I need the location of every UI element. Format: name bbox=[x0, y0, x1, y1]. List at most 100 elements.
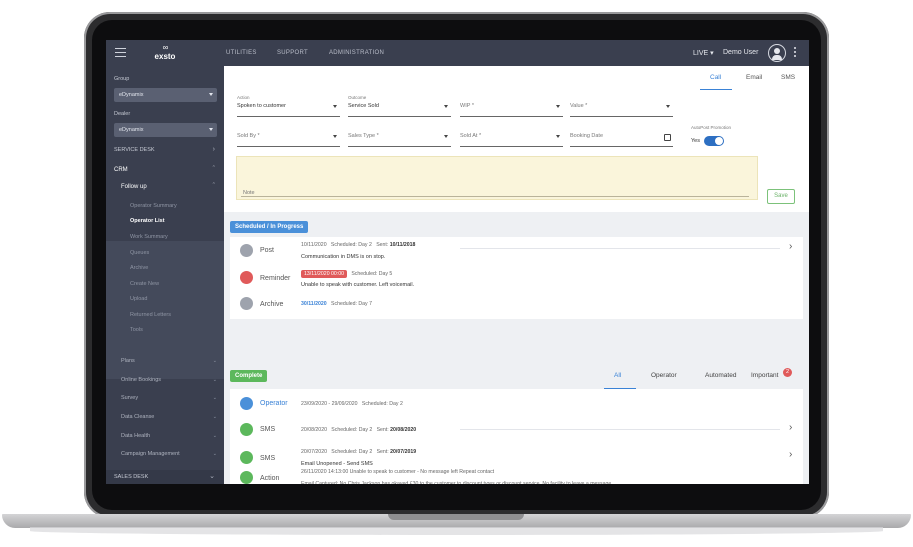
app-screen: ∞ exsto UTILITIES SUPPORT ADMINISTRATION… bbox=[106, 40, 809, 484]
caret-down-icon bbox=[333, 105, 337, 108]
wip-select[interactable]: WIP * bbox=[460, 95, 563, 117]
calendar-icon[interactable] bbox=[664, 134, 671, 141]
sidebar-sub-operator-list[interactable]: Operator List bbox=[130, 218, 165, 224]
sidebar-sub-operator-summary[interactable]: Operator Summary bbox=[130, 203, 177, 209]
sidebar-item-campaign-management[interactable]: Campaign Management ⌄ bbox=[121, 451, 217, 457]
item-description: Email Unopened - Send SMS bbox=[301, 461, 373, 467]
caret-down-icon bbox=[209, 93, 213, 96]
main-content: Call Email SMS Action Spoken to customer… bbox=[224, 66, 809, 484]
chevron-right-icon[interactable]: › bbox=[789, 449, 792, 460]
note-textarea[interactable]: Note bbox=[236, 156, 758, 200]
filter-automated[interactable]: Automated bbox=[705, 372, 736, 379]
sidebar-item-service-desk[interactable]: SERVICE DESK › bbox=[114, 146, 217, 153]
important-count-badge: 2 bbox=[783, 368, 792, 377]
outcome-select[interactable]: Outcome Service Sold bbox=[348, 95, 451, 117]
item-title: SMS bbox=[260, 455, 276, 462]
sidebar-item-label: Survey bbox=[121, 395, 139, 401]
chevron-down-icon: ⌄ bbox=[212, 451, 217, 457]
chevron-down-icon: ⌄ bbox=[212, 414, 217, 420]
sidebar-item-label: Campaign Management bbox=[121, 451, 180, 457]
complete-list: Operator 23/09/2020 - 29/09/2020 Schedul… bbox=[230, 389, 803, 484]
sidebar: Group eDynamix Dealer eDynamix SERVICE D… bbox=[106, 66, 224, 484]
action-icon bbox=[240, 471, 253, 484]
caret-down-icon bbox=[209, 128, 213, 131]
tab-call[interactable]: Call bbox=[710, 74, 721, 81]
sidebar-item-label: Follow up bbox=[121, 184, 147, 190]
item-meta: 26/11/2020 14:13:00 Unable to speak to c… bbox=[301, 469, 495, 475]
sidebar-item-crm[interactable]: CRM ˆ bbox=[114, 166, 217, 173]
chevron-down-icon: ⌄ bbox=[212, 377, 217, 383]
sales-type-select[interactable]: Sales Type * bbox=[348, 125, 451, 147]
autopost-value: Yes bbox=[691, 138, 700, 144]
chevron-right-icon[interactable]: › bbox=[789, 422, 792, 433]
autopost-toggle[interactable] bbox=[704, 136, 724, 146]
sidebar-item-label: SERVICE DESK bbox=[114, 147, 155, 153]
bell-icon bbox=[240, 271, 253, 284]
hamburger-menu-icon[interactable] bbox=[115, 48, 126, 57]
sidebar-sub-upload[interactable]: Upload bbox=[130, 296, 147, 302]
nav-administration[interactable]: ADMINISTRATION bbox=[329, 50, 384, 56]
sold-at-placeholder: Sold At * bbox=[460, 133, 482, 139]
chevron-up-icon: ˆ bbox=[212, 183, 215, 190]
sidebar-sub-work-summary[interactable]: Work Summary bbox=[130, 234, 168, 240]
sidebar-sub-archive[interactable]: Archive bbox=[130, 265, 148, 271]
environment-selector[interactable]: LIVE ▾ bbox=[693, 49, 714, 57]
sidebar-item-label: CRM bbox=[114, 167, 128, 173]
logo[interactable]: ∞ exsto bbox=[148, 43, 182, 62]
sidebar-item-label: Data Health bbox=[121, 433, 151, 439]
laptop-notch bbox=[388, 514, 524, 520]
action-value: Spoken to customer bbox=[237, 103, 286, 109]
tab-sms[interactable]: SMS bbox=[781, 74, 795, 81]
chevron-right-icon[interactable]: › bbox=[789, 241, 792, 252]
chevron-down-icon: ⌄ bbox=[212, 358, 217, 364]
nav-utilities[interactable]: UTILITIES bbox=[226, 50, 257, 56]
caret-down-icon bbox=[666, 105, 670, 108]
complete-badge: Complete bbox=[230, 370, 268, 382]
sidebar-sub-returned-letters[interactable]: Returned Letters bbox=[130, 312, 171, 318]
sold-by-placeholder: Sold By * bbox=[237, 133, 260, 139]
filter-all[interactable]: All bbox=[614, 372, 621, 379]
logo-mark: ∞ bbox=[162, 43, 169, 52]
sold-by-select[interactable]: Sold By * bbox=[237, 125, 340, 147]
nav-support[interactable]: SUPPORT bbox=[277, 50, 308, 56]
save-button[interactable]: Save bbox=[767, 189, 795, 204]
item-title: Post bbox=[260, 247, 275, 254]
chevron-down-icon: ⌄ bbox=[209, 473, 215, 480]
action-select[interactable]: Action Spoken to customer bbox=[237, 95, 340, 117]
chevron-right-icon: › bbox=[212, 146, 215, 153]
user-avatar-icon[interactable] bbox=[768, 44, 786, 62]
sidebar-sub-create-new[interactable]: Create New bbox=[130, 281, 159, 287]
group-select[interactable]: eDynamix bbox=[114, 88, 217, 102]
item-title: SMS bbox=[260, 426, 276, 433]
item-description: Communication in DMS is on stop. bbox=[301, 254, 386, 260]
autopost-label: AutoPost Promotion bbox=[691, 125, 732, 130]
sidebar-sub-queues[interactable]: Queues bbox=[130, 250, 149, 256]
value-placeholder: Value * bbox=[570, 103, 588, 109]
top-bar: ∞ exsto UTILITIES SUPPORT ADMINISTRATION… bbox=[106, 40, 809, 66]
sidebar-item-data-health[interactable]: Data Health ⌄ bbox=[121, 433, 217, 439]
sidebar-item-online-bookings[interactable]: Online Bookings ⌄ bbox=[121, 377, 217, 383]
sidebar-item-follow-up[interactable]: Follow up ˆ bbox=[121, 183, 217, 190]
item-meta: 10/11/2020 Scheduled: Day 2 Sent: 10/11/… bbox=[301, 242, 416, 248]
booking-date-field[interactable]: Booking Date bbox=[570, 125, 673, 147]
dealer-value: eDynamix bbox=[119, 127, 144, 133]
more-options-icon[interactable] bbox=[794, 47, 797, 59]
value-select[interactable]: Value * bbox=[570, 95, 673, 117]
scheduled-badge: Scheduled / In Progress bbox=[230, 221, 309, 233]
sidebar-item-plans[interactable]: Plans ⌄ bbox=[121, 358, 217, 364]
sidebar-item-data-cleanse[interactable]: Data Cleanse ⌄ bbox=[121, 414, 217, 420]
item-title: Reminder bbox=[260, 275, 291, 282]
group-label: Group bbox=[114, 76, 130, 82]
chevron-down-icon: ⌄ bbox=[212, 433, 217, 439]
filter-important[interactable]: Important bbox=[751, 372, 778, 379]
filter-operator[interactable]: Operator bbox=[651, 372, 677, 379]
user-name[interactable]: Demo User bbox=[723, 49, 758, 56]
sold-at-select[interactable]: Sold At * bbox=[460, 125, 563, 147]
sidebar-sub-tools[interactable]: Tools bbox=[130, 327, 143, 333]
sidebar-sales-desk[interactable]: SALES DESK ⌄ bbox=[106, 470, 224, 484]
sidebar-item-survey[interactable]: Survey ⌄ bbox=[121, 395, 217, 401]
tab-email[interactable]: Email bbox=[746, 74, 762, 81]
dealer-select[interactable]: eDynamix bbox=[114, 123, 217, 137]
caret-down-icon bbox=[444, 135, 448, 138]
item-title: Operator bbox=[260, 400, 288, 407]
